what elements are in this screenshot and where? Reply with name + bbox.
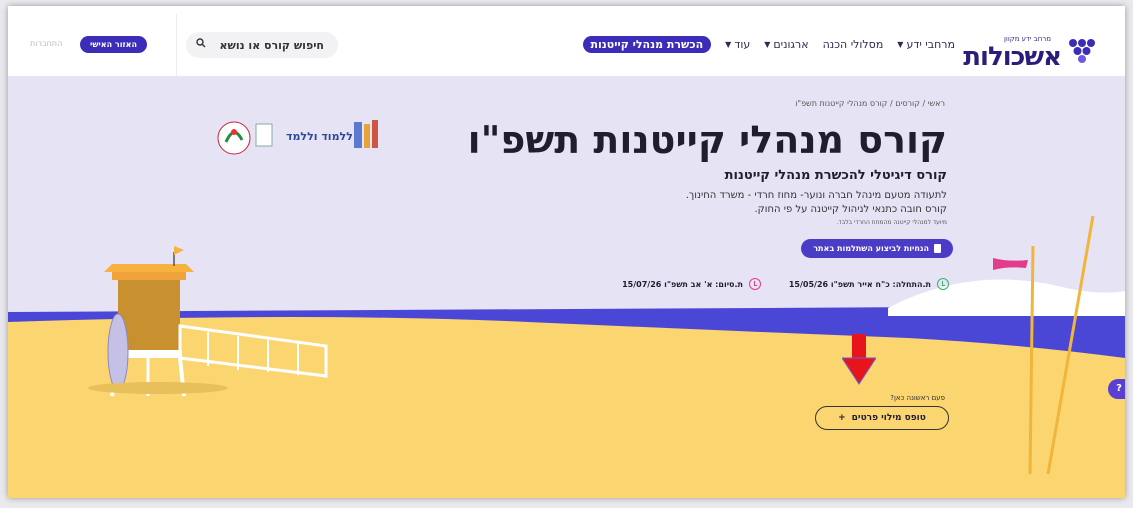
clock-icon [749, 278, 761, 290]
caret-down-icon: ▼ [764, 40, 771, 49]
details-form-button[interactable]: טופס מילוי פרטים + [815, 406, 949, 430]
plus-icon: + [838, 413, 846, 423]
main-nav: מרחבי ידע ▼ מסלולי הכנה ארגונים ▼ עוד ▼ … [569, 36, 955, 53]
personal-area-button[interactable]: האזור האישי [80, 36, 147, 53]
start-date-text: ת.התחלה: כ"ח אייר תשפ"ו 15/05/26 [788, 279, 931, 289]
document-icon [934, 244, 941, 253]
search-placeholder: חיפוש קורס או נושא [219, 38, 324, 52]
breadcrumb[interactable]: ראשי / קורסים / קורס מנהלי קייטנות תשפ"ו [795, 99, 945, 108]
end-date: ת.סיום: א' אב תשפ"ו 15/07/26 [622, 278, 761, 290]
end-date-text: ת.סיום: א' אב תשפ"ו 15/07/26 [622, 279, 743, 289]
search-input[interactable]: חיפוש קורס או נושא [186, 32, 338, 58]
site-header: מרחב ידע מקוון אשכולות מרחבי ידע ▼ מסלול… [8, 6, 1125, 76]
nav-label: הכשרת מנהלי קייטנות [590, 38, 704, 51]
nav-organizations[interactable]: ארגונים ▼ [764, 36, 808, 53]
instructions-button[interactable]: הנחיות לביצוע השתלמות באתר [801, 239, 953, 258]
partner-logos: ללמוד וללמד [214, 118, 382, 158]
page-title: קורס מנהלי קייטנות תשפ"ו [467, 118, 947, 162]
arrow-down-icon [842, 334, 876, 385]
logo-title: אשכולות [963, 42, 1062, 72]
nav-label: מסלולי הכנה [822, 38, 884, 51]
nav-prep-tracks[interactable]: מסלולי הכנה [823, 36, 884, 53]
caret-down-icon: ▼ [897, 40, 904, 49]
search-icon [196, 38, 206, 51]
description-note: מיועד למנהלי קייטנה מהמחוז החרדי בלבד. [836, 219, 947, 226]
caret-down-icon: ▼ [725, 40, 732, 49]
clock-icon [937, 278, 949, 290]
partner-text: ללמוד וללמד [286, 130, 353, 143]
hero-banner: ללמוד וללמד ראשי / קורסים / קורס מנהלי ק… [8, 76, 1125, 498]
nav-label: ארגונים [773, 38, 809, 51]
header-divider [176, 14, 177, 76]
first-time-text: פעם ראשונה כאן? [890, 394, 945, 402]
nav-knowledge-spaces[interactable]: מרחבי ידע ▼ [897, 36, 955, 53]
description-line-2: קורס חובה כתנאי לניהול קייטנה על פי החוק… [754, 204, 947, 215]
description-line-1: לתעודה מטעם מינהל חברה ונוער- מחוז חרדי … [685, 190, 947, 201]
accessibility-tab-icon[interactable]: ? [1108, 379, 1125, 399]
grapes-logo-icon [1069, 39, 1095, 63]
nav-more[interactable]: עוד ▼ [725, 36, 750, 53]
nav-label: מרחבי ידע [906, 38, 955, 51]
nav-camp-managers-training[interactable]: הכשרת מנהלי קייטנות [582, 36, 712, 53]
login-link[interactable]: התחברות [30, 39, 62, 48]
site-logo[interactable]: מרחב ידע מקוון אשכולות [963, 20, 1107, 72]
start-date: ת.התחלה: כ"ח אייר תשפ"ו 15/05/26 [789, 278, 949, 290]
form-button-label: טופס מילוי פרטים [851, 413, 926, 423]
browser-frame: מרחב ידע מקוון אשכולות מרחבי ידע ▼ מסלול… [8, 6, 1125, 498]
page-subtitle: קורס דיגיטלי להכשרת מנהלי קייטנות [724, 168, 947, 183]
instructions-button-label: הנחיות לביצוע השתלמות באתר [813, 244, 929, 253]
nav-label: עוד [734, 38, 751, 51]
